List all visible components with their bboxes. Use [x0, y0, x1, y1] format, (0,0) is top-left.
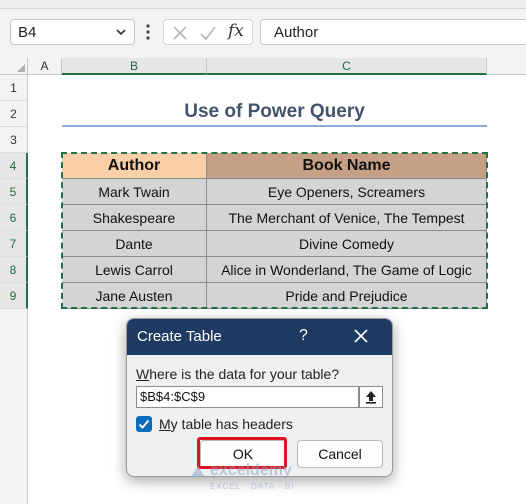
row-header-7[interactable]: 7 [0, 231, 28, 257]
row-header-8[interactable]: 8 [0, 257, 28, 283]
table-cell-author[interactable]: Dante [62, 231, 207, 257]
table-cell-author[interactable]: Jane Austen [62, 283, 207, 309]
close-icon[interactable] [353, 328, 369, 344]
headers-checkbox-text: y table has headers [170, 416, 293, 432]
range-prompt-accesskey: W [136, 366, 150, 382]
cancel-x-icon[interactable] [170, 23, 190, 43]
row-header-2[interactable]: 2 [0, 101, 28, 127]
formula-value: Author [274, 24, 319, 41]
name-box-value: B4 [18, 24, 37, 41]
watermark-brand: exceldemy [210, 462, 292, 479]
enter-check-icon[interactable] [198, 23, 218, 43]
fx-icon[interactable]: fx [228, 21, 244, 41]
checkmark-icon [138, 419, 150, 429]
formula-bar: B4 fx Author [0, 0, 526, 59]
row-header-blank [0, 309, 28, 504]
headers-checkbox-label[interactable]: My table has headers [159, 416, 293, 432]
create-table-dialog: Create Table ? Where is the data for you… [126, 318, 393, 477]
table-cell-book[interactable]: Alice in Wonderland, The Game of Logic [207, 257, 487, 283]
table-cell-book[interactable]: Eye Openers, Screamers [207, 179, 487, 205]
range-prompt-text: here is the data for your table? [149, 366, 340, 382]
dialog-title-bar[interactable]: Create Table ? [127, 319, 392, 355]
chevron-down-icon[interactable] [114, 25, 128, 39]
collapse-dialog-icon [366, 391, 376, 404]
row-header-5[interactable]: 5 [0, 179, 28, 205]
range-prompt: Where is the data for your table? [136, 366, 339, 382]
header-cell-book[interactable]: Book Name [207, 153, 487, 179]
kebab-icon[interactable] [145, 22, 151, 42]
table-cell-book[interactable]: Pride and Prejudice [207, 283, 487, 309]
column-header-b[interactable]: B [62, 58, 207, 75]
row-header-6[interactable]: 6 [0, 205, 28, 231]
title-underline [62, 125, 487, 127]
formula-input[interactable]: Author [260, 19, 526, 45]
table-cell-book[interactable]: Divine Comedy [207, 231, 487, 257]
row-header-4[interactable]: 4 [0, 153, 28, 179]
select-all-corner[interactable] [0, 58, 28, 75]
table-cell-author[interactable]: Lewis Carrol [62, 257, 207, 283]
range-input[interactable]: $B$4:$C$9 [136, 386, 359, 408]
column-header-c[interactable]: C [207, 58, 487, 75]
row-header-1[interactable]: 1 [0, 75, 28, 101]
column-header-d[interactable] [487, 58, 526, 75]
select-all-icon [17, 64, 25, 72]
row-header-3[interactable]: 3 [0, 127, 28, 153]
formula-buttons: fx [163, 19, 253, 45]
range-input-value: $B$4:$C$9 [140, 389, 206, 404]
table-cell-author[interactable]: Mark Twain [62, 179, 207, 205]
header-cell-author[interactable]: Author [62, 153, 207, 179]
name-box[interactable]: B4 [10, 19, 135, 45]
row-header-9[interactable]: 9 [0, 283, 28, 309]
sheet-title[interactable]: Use of Power Query [62, 99, 487, 125]
dialog-title: Create Table [137, 328, 222, 345]
column-header-a[interactable]: A [28, 58, 62, 75]
collapse-dialog-button[interactable] [359, 386, 383, 408]
ribbon-edge [0, 0, 526, 9]
table-cell-book[interactable]: The Merchant of Venice, The Tempest [207, 205, 487, 231]
watermark: exceldemy EXCEL · DATA · BI [190, 458, 340, 498]
watermark-logo-icon [191, 466, 205, 477]
headers-checkbox-accesskey: M [159, 416, 171, 432]
watermark-sub: EXCEL · DATA · BI [210, 482, 295, 491]
table-cell-author[interactable]: Shakespeare [62, 205, 207, 231]
headers-checkbox[interactable] [136, 416, 152, 432]
help-button[interactable]: ? [299, 327, 308, 345]
